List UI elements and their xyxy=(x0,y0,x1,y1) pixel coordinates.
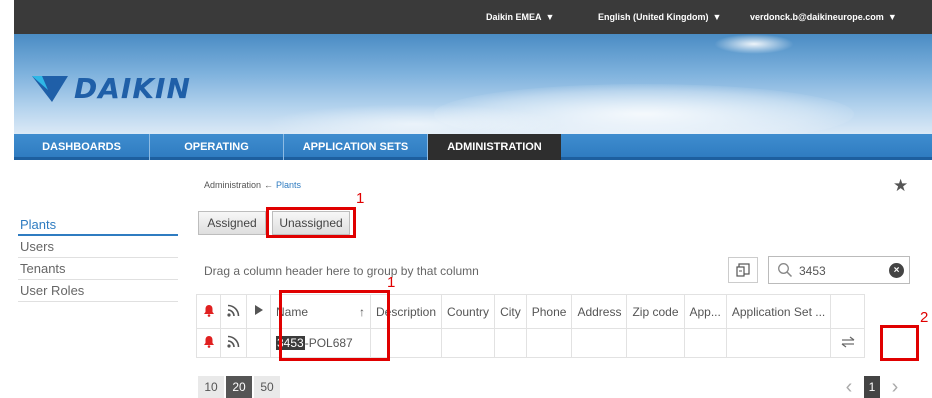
rss-signal-icon xyxy=(227,335,240,348)
search-input[interactable] xyxy=(799,262,879,280)
sidebar-item-tenants[interactable]: Tenants xyxy=(18,258,178,280)
sidebar-item-users[interactable]: Users xyxy=(18,236,178,258)
alarm-column-header[interactable] xyxy=(196,294,221,329)
logo-mark-icon xyxy=(32,76,68,102)
column-header-app[interactable]: App... xyxy=(683,294,727,329)
nav-dashboards[interactable]: DASHBOARDS xyxy=(14,134,150,160)
page-size-50[interactable]: 50 xyxy=(254,376,280,398)
tenant-selector[interactable]: Daikin EMEA ▼ xyxy=(486,12,554,22)
main-nav: DASHBOARDS OPERATING APPLICATION SETS AD… xyxy=(14,134,932,160)
tenant-label: Daikin EMEA xyxy=(486,12,542,22)
annotation-box-assign xyxy=(880,325,919,361)
address-cell xyxy=(571,328,628,358)
search-icon xyxy=(778,263,793,278)
column-header-address[interactable]: Address xyxy=(571,294,628,329)
group-by-hint[interactable]: Drag a column header here to group by th… xyxy=(204,264,479,278)
tab-assigned[interactable]: Assigned xyxy=(198,211,266,235)
nav-application-sets[interactable]: APPLICATION SETS xyxy=(284,134,428,160)
favorite-star-icon[interactable]: ★ xyxy=(893,176,908,196)
connection-column-header[interactable] xyxy=(220,294,247,329)
user-email: verdonck.b@daikineurope.com xyxy=(750,12,884,22)
sidebar: Plants Users Tenants User Roles xyxy=(18,214,178,302)
pagination: ‹ 1 › xyxy=(838,376,906,398)
nav-administration[interactable]: ADMINISTRATION xyxy=(428,134,561,160)
nav-operating[interactable]: OPERATING xyxy=(150,134,284,160)
annotation-box-name xyxy=(279,290,390,361)
status-column-header[interactable] xyxy=(246,294,271,329)
column-chooser-icon xyxy=(736,263,750,277)
column-header-city[interactable]: City xyxy=(494,294,527,329)
search-box: × xyxy=(768,256,910,284)
zip-code-cell xyxy=(626,328,685,358)
phone-cell xyxy=(525,328,573,358)
language-selector[interactable]: English (United Kingdom) ▼ xyxy=(598,12,721,22)
annotation-number: 2 xyxy=(920,309,929,326)
column-chooser-button[interactable] xyxy=(728,257,758,283)
caret-down-icon: ▼ xyxy=(887,12,897,22)
top-bar: Daikin EMEA ▼ English (United Kingdom) ▼ v… xyxy=(14,0,932,34)
breadcrumb-current[interactable]: Plants xyxy=(276,180,301,190)
page-size-10[interactable]: 10 xyxy=(198,376,224,398)
swap-arrows-icon[interactable] xyxy=(840,336,856,348)
page-size-selector: 10 20 50 xyxy=(198,376,282,398)
user-menu[interactable]: verdonck.b@daikineurope.com ▼ xyxy=(750,12,897,22)
assign-action-cell xyxy=(830,328,866,358)
clear-search-icon[interactable]: × xyxy=(889,263,904,278)
app-cell xyxy=(683,328,727,358)
page-size-20[interactable]: 20 xyxy=(226,376,252,398)
caret-down-icon: ▼ xyxy=(545,12,555,22)
banner-cloud xyxy=(714,34,794,54)
sidebar-item-plants[interactable]: Plants xyxy=(18,214,178,236)
sidebar-item-user-roles[interactable]: User Roles xyxy=(18,280,178,302)
caret-down-icon: ▼ xyxy=(712,12,722,22)
status-cell xyxy=(246,328,271,358)
actions-column-header xyxy=(830,294,866,329)
alarm-bell-icon xyxy=(203,336,214,348)
daikin-logo[interactable]: DAIKIN xyxy=(28,74,218,104)
header-banner: DAIKIN xyxy=(14,34,932,134)
annotation-box-unassigned xyxy=(266,207,356,238)
rss-signal-icon xyxy=(227,304,240,317)
chevron-left-icon[interactable]: ‹ xyxy=(838,376,860,398)
logo-text: DAIKIN xyxy=(74,72,191,105)
city-cell xyxy=(494,328,527,358)
breadcrumb: Administration ← Plants xyxy=(204,180,301,190)
breadcrumb-root[interactable]: Administration xyxy=(204,180,261,190)
language-label: English (United Kingdom) xyxy=(598,12,709,22)
application-set-cell xyxy=(725,328,832,358)
play-icon xyxy=(254,305,263,315)
chevron-right-icon[interactable]: › xyxy=(884,376,906,398)
annotation-number: 1 xyxy=(356,190,365,207)
column-header-zip-code[interactable]: Zip code xyxy=(626,294,685,329)
alarm-bell-icon xyxy=(203,304,214,317)
column-header-phone[interactable]: Phone xyxy=(525,294,573,329)
alarm-cell xyxy=(196,328,221,358)
column-header-application-set[interactable]: Application Set ... xyxy=(725,294,832,329)
country-cell xyxy=(441,328,496,358)
column-header-country[interactable]: Country xyxy=(441,294,496,329)
arrow-left-icon: ← xyxy=(264,180,274,190)
connection-cell xyxy=(220,328,247,358)
page-number[interactable]: 1 xyxy=(864,376,880,398)
annotation-number: 1 xyxy=(387,274,396,291)
